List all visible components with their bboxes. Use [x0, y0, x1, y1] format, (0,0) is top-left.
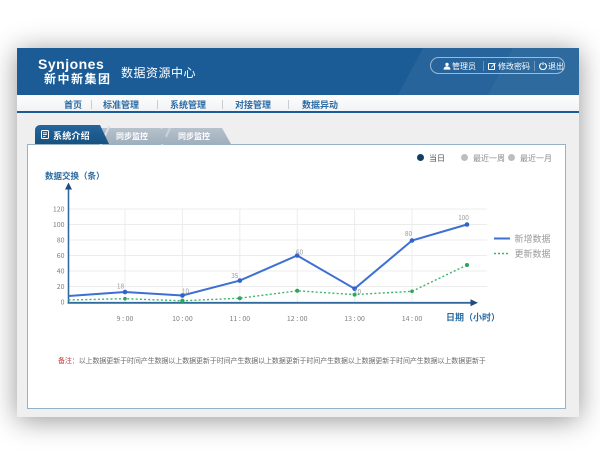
svg-text:80: 80 [405, 228, 413, 238]
svg-text:100: 100 [458, 212, 469, 222]
svg-text:13 : 00: 13 : 00 [344, 314, 365, 324]
svg-text:40: 40 [57, 267, 65, 277]
svg-text:9 : 00: 9 : 00 [117, 314, 134, 324]
svg-text:10: 10 [182, 286, 190, 296]
svg-text:35: 35 [231, 270, 239, 280]
svg-text:20: 20 [57, 282, 65, 292]
svg-text:14 : 00: 14 : 00 [402, 314, 423, 324]
svg-text:0: 0 [61, 298, 65, 308]
svg-text:新增数据: 新增数据 [515, 232, 551, 245]
svg-text:18: 18 [117, 281, 125, 291]
svg-text:80: 80 [57, 236, 65, 246]
svg-text:100: 100 [53, 220, 65, 230]
svg-text:10 : 00: 10 : 00 [172, 314, 193, 324]
svg-text:12 : 00: 12 : 00 [287, 314, 308, 324]
svg-text:11 : 00: 11 : 00 [229, 314, 250, 324]
svg-text:日期（小时）: 日期（小时） [446, 311, 500, 324]
svg-text:60: 60 [296, 247, 304, 257]
svg-text:10: 10 [354, 286, 362, 296]
svg-text:60: 60 [57, 251, 65, 261]
svg-text:数据交换（条）: 数据交换（条） [45, 170, 105, 182]
svg-text:120: 120 [53, 205, 65, 215]
svg-text:更新数据: 更新数据 [515, 247, 551, 260]
